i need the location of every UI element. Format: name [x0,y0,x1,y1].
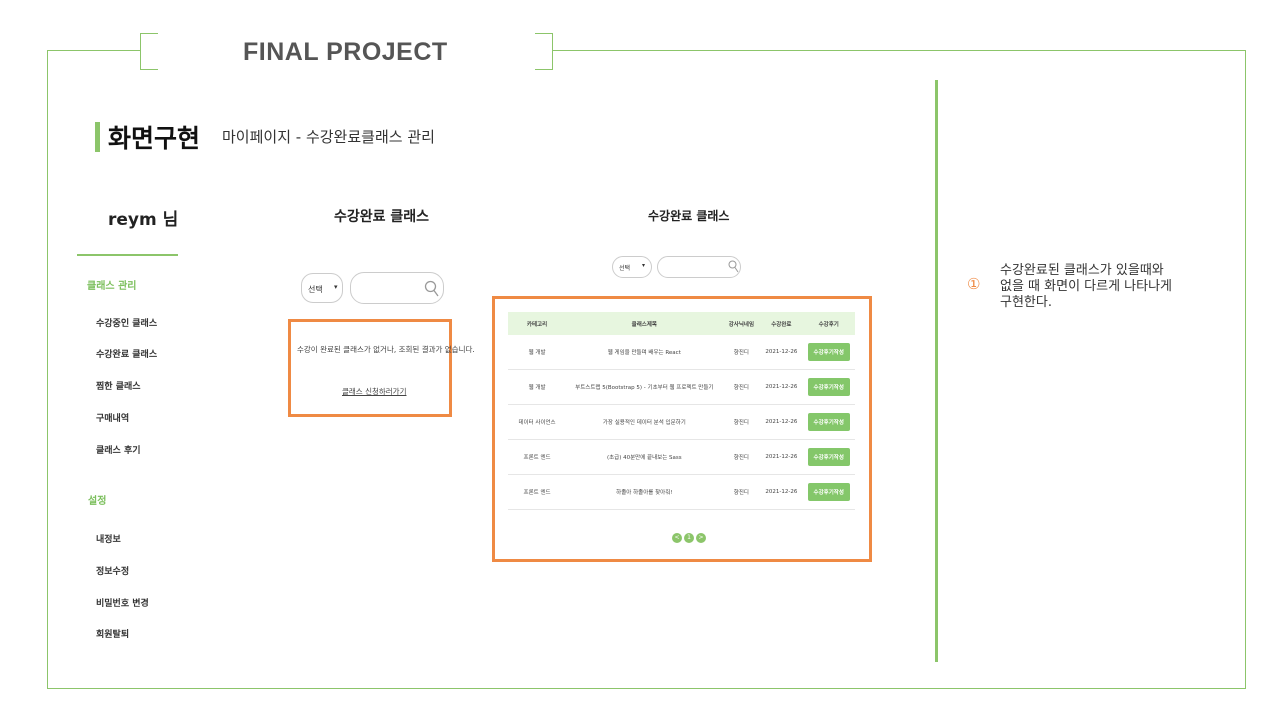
pagination-next[interactable]: > [696,533,706,543]
column-header-review: 수강후기 [802,312,855,335]
cell-review: 수강후기작성 [802,404,855,440]
list-panel-title: 수강완료 클래스 [648,209,730,223]
sidebar-item-edit-info[interactable]: 정보수정 [96,564,129,577]
chevron-down-icon: ▾ [334,283,338,291]
cell-category: 웹 개발 [508,369,567,405]
table-row: 프론트 엔드 (초급) 40분만에 끝내보는 Sass 향진디 2021-12-… [508,439,855,475]
empty-state-message: 수강이 완료된 클래스가 없거나, 조회된 결과가 없습니다. [297,345,475,354]
sidebar-item-change-password[interactable]: 비밀번호 변경 [96,596,149,609]
cell-instructor: 향진디 [722,404,761,440]
cell-date: 2021-12-26 [760,474,803,510]
cell-date: 2021-12-26 [760,369,803,405]
write-review-button[interactable]: 수강후기작성 [807,483,850,501]
cell-review: 수강후기작성 [802,474,855,510]
cell-date: 2021-12-26 [760,335,803,370]
select-value: 선택 [619,265,631,272]
table-row: 프론트 엔드 하졸아 하졸아를 찾아줘! 향진디 2021-12-26 수강후기… [508,474,855,510]
empty-state-highlight [288,319,452,417]
user-underline [77,254,178,256]
chevron-down-icon: ▾ [642,262,646,269]
cell-review: 수강후기작성 [802,335,855,370]
section-subtitle: 마이페이지 - 수강완료클래스 관리 [222,128,435,146]
note-text: 수강완료된 클래스가 있을때와 없을 때 화면이 다르게 나타나게 구현한다. [1000,263,1173,310]
list-panel-select[interactable]: 선택 ▾ [612,256,652,278]
cell-review: 수강후기작성 [802,439,855,475]
write-review-button[interactable]: 수강후기작성 [807,343,850,361]
section-title: 화면구현 [108,124,201,153]
table-row: 웹 개발 웹 게임을 만들며 배우는 React 향진디 2021-12-26 … [508,335,855,370]
write-review-button[interactable]: 수강후기작성 [807,378,850,396]
cell-title[interactable]: 가장 실용적인 데이터 분석 입문하기 [566,404,723,440]
list-panel-search-input[interactable] [657,256,741,278]
vertical-divider [935,80,938,662]
empty-panel-search-input[interactable] [350,272,444,304]
empty-panel-select[interactable]: 선택 ▾ [301,273,343,303]
note-number: ① [967,275,981,293]
cell-review: 수강후기작성 [802,369,855,405]
cell-date: 2021-12-26 [760,439,803,475]
cell-date: 2021-12-26 [760,404,803,440]
pagination-page-1[interactable]: 1 [684,533,694,543]
apply-class-link[interactable]: 클래스 신청하러가기 [342,386,406,397]
empty-panel-title: 수강완료 클래스 [334,209,430,225]
column-header-instructor: 강사닉네임 [722,312,761,335]
column-header-category: 카테고리 [508,312,567,335]
table-header-row: 카테고리 클래스제목 강사닉네임 수강완료 수강후기 [508,312,855,335]
sidebar-item-ongoing[interactable]: 수강중인 클래스 [96,316,157,329]
sidebar-item-wishlist[interactable]: 찜한 클래스 [96,379,141,392]
cell-category: 웹 개발 [508,335,567,370]
project-title: FINAL PROJECT [243,38,448,66]
select-value: 선택 [308,285,323,294]
cell-category: 프론트 엔드 [508,439,567,475]
column-header-title: 클래스제목 [566,312,723,335]
write-review-button[interactable]: 수강후기작성 [807,448,850,466]
cell-category: 데이터 사이언스 [508,404,567,440]
cell-title[interactable]: 웹 게임을 만들며 배우는 React [566,335,723,370]
section-accent-bar [95,122,100,152]
sidebar-item-myinfo[interactable]: 내정보 [96,532,121,545]
cell-title[interactable]: 부트스트랩 5(Bootstrap 5) - 기초부터 웹 프로젝트 만들기 [566,369,723,405]
table-row: 데이터 사이언스 가장 실용적인 데이터 분석 입문하기 향진디 2021-12… [508,404,855,440]
top-border-left [47,50,141,51]
top-border-right [553,50,1246,51]
sidebar-item-completed[interactable]: 수강완료 클래스 [96,347,157,360]
cell-instructor: 향진디 [722,369,761,405]
pagination-prev[interactable]: < [672,533,682,543]
sidebar-group-class-manage: 클래스 관리 [87,281,137,292]
table-row: 웹 개발 부트스트랩 5(Bootstrap 5) - 기초부터 웹 프로젝트 … [508,369,855,405]
title-bracket-right [535,33,553,70]
sidebar-group-settings: 설정 [88,496,107,507]
user-name: reym 님 [108,210,179,230]
write-review-button[interactable]: 수강후기작성 [807,413,850,431]
sidebar-item-orders[interactable]: 구매내역 [96,411,129,424]
cell-title[interactable]: 하졸아 하졸아를 찾아줘! [566,474,723,510]
cell-instructor: 향진디 [722,439,761,475]
cell-instructor: 향진디 [722,474,761,510]
title-bracket-left [140,33,158,70]
sidebar-item-withdraw[interactable]: 회원탈퇴 [96,627,129,640]
completed-class-table: 카테고리 클래스제목 강사닉네임 수강완료 수강후기 웹 개발 웹 게임을 만들… [508,312,855,510]
search-icon[interactable] [728,260,739,274]
cell-category: 프론트 엔드 [508,474,567,510]
sidebar-item-reviews[interactable]: 클래스 후기 [96,443,141,456]
search-icon[interactable] [424,280,440,298]
cell-instructor: 향진디 [722,335,761,370]
cell-title[interactable]: (초급) 40분만에 끝내보는 Sass [566,439,723,475]
column-header-completed: 수강완료 [760,312,803,335]
